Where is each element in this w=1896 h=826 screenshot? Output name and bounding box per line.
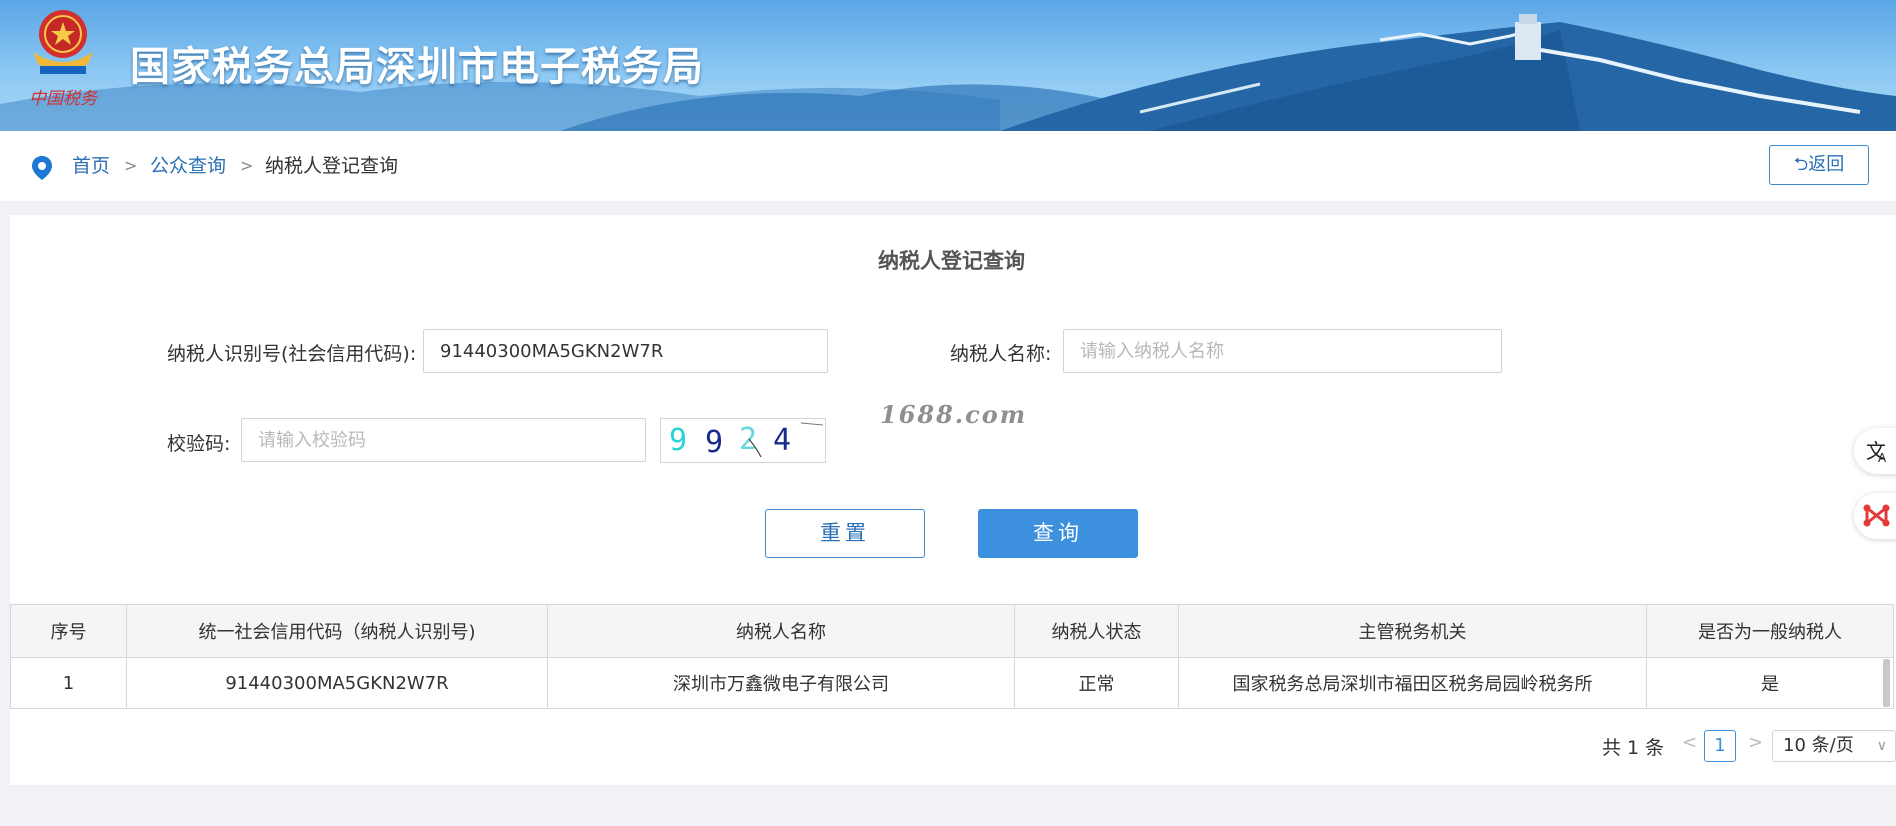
- col-header-tax-authority: 主管税务机关: [1178, 604, 1647, 658]
- svg-text:A: A: [1878, 451, 1887, 465]
- page-size-value: 10 条/页: [1783, 735, 1854, 756]
- translate-button[interactable]: 文 A: [1854, 428, 1896, 474]
- captcha-label: 校验码:: [167, 433, 231, 455]
- captcha-char: 4: [773, 423, 791, 458]
- location-pin-icon: [32, 156, 52, 180]
- captcha-graphic: 9 9 2 4: [669, 422, 824, 460]
- breadcrumb: 首页 > 公众查询 > 纳税人登记查询: [0, 131, 1896, 201]
- query-button[interactable]: 查询: [978, 509, 1138, 558]
- mindmap-button[interactable]: [1854, 493, 1896, 539]
- results-table: 序号 统一社会信用代码（纳税人识别号) 纳税人名称 纳税人状态 主管税务机关 是…: [10, 604, 1894, 709]
- col-header-taxpayer-name: 纳税人名称: [547, 604, 1015, 658]
- cell-tax-authority: 国家税务总局深圳市福田区税务局园岭税务所: [1178, 657, 1647, 709]
- captcha-image[interactable]: 9 9 2 4: [660, 418, 826, 463]
- cell-index: 1: [10, 657, 127, 709]
- pagination-total: 共 1 条: [1602, 737, 1665, 759]
- page-size-select[interactable]: 10 条/页 ∨: [1772, 730, 1896, 762]
- breadcrumb-home-link[interactable]: 首页: [72, 131, 110, 201]
- breadcrumb-separator: >: [240, 156, 254, 175]
- breadcrumb-public-query-link[interactable]: 公众查询: [150, 131, 226, 201]
- taxpayer-id-label: 纳税人识别号(社会信用代码):: [167, 343, 417, 365]
- cell-status: 正常: [1014, 657, 1179, 709]
- breadcrumb-separator: >: [124, 156, 138, 175]
- pagination-page-1[interactable]: 1: [1704, 730, 1736, 762]
- col-header-status: 纳税人状态: [1014, 604, 1179, 658]
- breadcrumb-current: 纳税人登记查询: [265, 155, 399, 177]
- query-panel: 纳税人登记查询 纳税人识别号(社会信用代码): 纳税人名称: 校验码: 9 9 …: [10, 215, 1896, 785]
- taxpayer-name-input[interactable]: [1063, 329, 1502, 373]
- captcha-char: 9: [669, 423, 687, 458]
- col-header-index: 序号: [10, 604, 127, 658]
- watermark-text: 1688.com: [880, 400, 1028, 429]
- tax-emblem-icon: 中国税务: [29, 10, 99, 109]
- pagination-prev-button[interactable]: <: [1682, 732, 1697, 753]
- reset-button[interactable]: 重置: [765, 509, 925, 558]
- svg-text:中国税务: 中国税务: [29, 89, 99, 109]
- pagination-next-button[interactable]: >: [1748, 732, 1763, 753]
- header-banner: 中国税务 国家税务总局深圳市电子税务局: [0, 0, 1896, 131]
- captcha-input[interactable]: [241, 418, 646, 462]
- cell-taxpayer-name: 深圳市万鑫微电子有限公司: [547, 657, 1015, 709]
- network-icon: [1863, 504, 1890, 527]
- table-header-row: 序号 统一社会信用代码（纳税人识别号) 纳税人名称 纳税人状态 主管税务机关 是…: [10, 604, 1894, 658]
- taxpayer-name-label: 纳税人名称:: [950, 343, 1052, 365]
- taxpayer-id-input[interactable]: [423, 329, 828, 373]
- captcha-char: 9: [705, 425, 723, 460]
- cell-general-taxpayer: 是: [1646, 657, 1894, 709]
- col-header-credit-code: 统一社会信用代码（纳税人识别号): [126, 604, 548, 658]
- col-header-general-taxpayer: 是否为一般纳税人: [1646, 604, 1894, 658]
- chevron-down-icon: ∨: [1876, 738, 1887, 754]
- back-button[interactable]: ⮌返回: [1769, 145, 1869, 185]
- table-row: 1 91440300MA5GKN2W7R 深圳市万鑫微电子有限公司 正常 国家税…: [10, 657, 1894, 709]
- page-title: 纳税人登记查询: [878, 249, 1025, 273]
- table-scrollbar[interactable]: [1883, 659, 1890, 707]
- cell-credit-code: 91440300MA5GKN2W7R: [126, 657, 548, 709]
- captcha-char: 2: [739, 422, 757, 457]
- translate-icon: 文 A: [1866, 439, 1887, 465]
- site-title: 国家税务总局深圳市电子税务局: [130, 44, 704, 90]
